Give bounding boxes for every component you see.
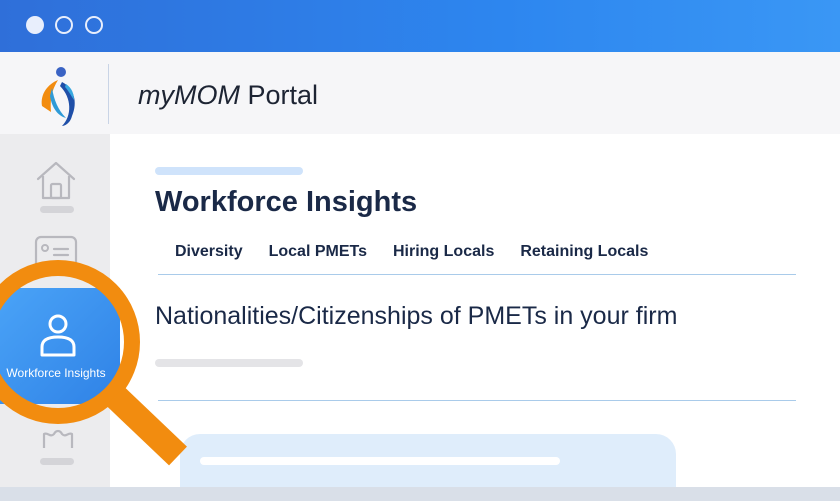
window-maximize-dot[interactable] — [85, 16, 103, 34]
id-card-icon[interactable] — [34, 235, 78, 271]
sidebar-item-label: Workforce Insights — [6, 366, 106, 380]
portal-header — [0, 52, 840, 134]
tab-local-pmets[interactable]: Local PMETs — [269, 243, 367, 263]
subtitle-placeholder — [155, 359, 303, 367]
tab-retaining-locals[interactable]: Retaining Locals — [520, 243, 648, 263]
tab-hiring-locals[interactable]: Hiring Locals — [393, 243, 494, 263]
insight-tabs: Diversity Local PMETs Hiring Locals Reta… — [175, 243, 648, 263]
window-close-dot[interactable] — [26, 16, 44, 34]
puzzle-icon[interactable] — [40, 420, 74, 450]
window-minimize-dot[interactable] — [55, 16, 73, 34]
screen: myMOM Portal Workforce Insights Diversit… — [0, 0, 840, 501]
bottom-strip — [0, 487, 840, 501]
section-divider — [158, 400, 796, 401]
portal-brand: myMOM — [138, 80, 240, 110]
sidebar-bottom-label-placeholder — [40, 458, 74, 465]
person-icon — [40, 314, 76, 357]
card-title-placeholder — [200, 457, 560, 465]
section-heading: Nationalities/Citizenships of PMETs in y… — [155, 302, 678, 330]
header-divider — [108, 64, 109, 124]
sidebar-home-label-placeholder — [40, 206, 74, 213]
page-title: Workforce Insights — [155, 186, 418, 218]
mom-logo-icon — [41, 67, 75, 126]
breadcrumb-placeholder — [155, 167, 303, 175]
portal-title: myMOM Portal — [138, 80, 318, 111]
tab-diversity[interactable]: Diversity — [175, 243, 243, 263]
portal-suffix: Portal — [247, 80, 319, 110]
tabs-divider — [158, 274, 796, 275]
window-title-bar — [0, 0, 840, 52]
home-icon[interactable] — [34, 158, 78, 202]
